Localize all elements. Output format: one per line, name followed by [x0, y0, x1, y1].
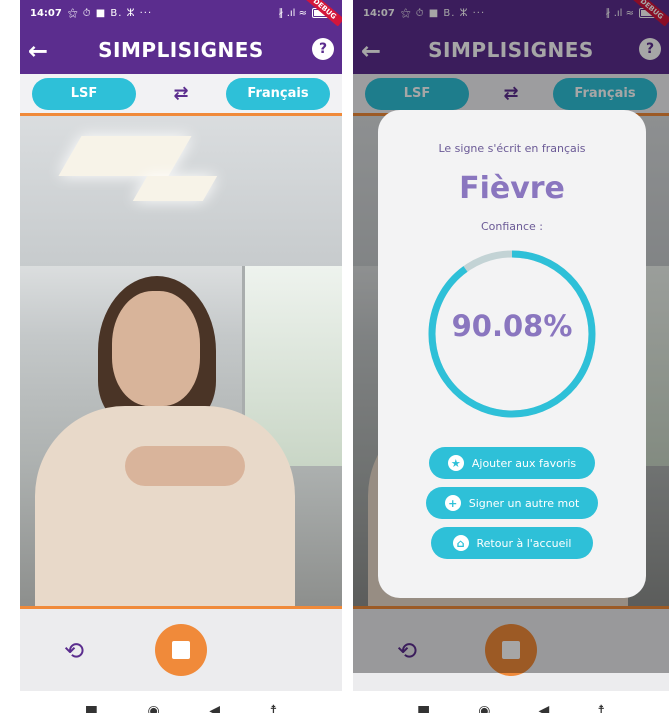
confidence-ring: 90.08%: [425, 247, 599, 421]
status-icons: ⚝ ⏱ ■ B. ⵣ ···: [67, 7, 153, 19]
accessibility-icon[interactable]: ☨: [597, 703, 605, 713]
return-home-label: Retour à l'accueil: [476, 536, 572, 550]
result-dialog: Le signe s'écrit en français Fièvre Conf…: [378, 110, 646, 598]
help-icon[interactable]: ?: [312, 38, 334, 60]
home-icon[interactable]: ◉: [148, 703, 160, 713]
result-screen: 14:07 ⚝ ⏱ ■ B. ⵣ ··· ∦ .ıl ≈ DEBUG ← SIM…: [353, 0, 669, 713]
house-icon: ⌂: [452, 535, 469, 551]
recognized-word: Fièvre: [459, 171, 565, 206]
app-logo: SIMPLISIGNES: [98, 38, 264, 62]
back-icon[interactable]: ◀: [209, 703, 220, 713]
sign-again-label: Signer un autre mot: [468, 496, 580, 510]
app-bar: ← SIMPLISIGNES ?: [20, 26, 342, 74]
camera-screen: 14:07 ⚝ ⏱ ■ B. ⵣ ··· ∦ .ıl ≈ DEBUG ← SIM…: [20, 0, 342, 713]
star-icon: ★: [447, 455, 464, 471]
add-favorite-label: Ajouter aux favoris: [471, 456, 577, 470]
person-body: [35, 406, 295, 606]
recents-icon[interactable]: ■: [417, 703, 430, 713]
confidence-label: Confiance :: [480, 220, 544, 233]
sign-again-button[interactable]: + Signer un autre mot: [426, 487, 598, 519]
status-time: 14:07: [30, 7, 62, 19]
stop-icon: [172, 641, 190, 659]
ceiling-light: [132, 176, 218, 201]
back-arrow-icon[interactable]: ←: [28, 37, 48, 65]
signal-icons: ∦ .ıl ≈: [278, 7, 307, 19]
result-caption: Le signe s'écrit en français: [438, 142, 586, 155]
add-favorite-button[interactable]: ★ Ajouter aux favoris: [429, 447, 595, 479]
system-nav-bar: ■ ◉ ◀ ☨: [353, 691, 669, 713]
system-nav-bar: ■ ◉ ◀ ☨: [20, 691, 342, 713]
person-face: [112, 291, 200, 406]
camera-preview: [20, 116, 342, 606]
target-language-button[interactable]: Français: [226, 77, 330, 110]
language-selector: LSF ⇄ Français: [20, 74, 342, 116]
stop-recording-button[interactable]: [155, 624, 207, 676]
home-icon[interactable]: ◉: [478, 703, 490, 713]
ceiling-light: [58, 136, 192, 176]
swap-languages-icon[interactable]: ⇄: [173, 83, 188, 104]
recents-icon[interactable]: ■: [85, 703, 98, 713]
camera-controls: ⟲: [20, 606, 342, 691]
confidence-value: 90.08%: [451, 309, 573, 343]
return-home-button[interactable]: ⌂ Retour à l'accueil: [431, 527, 593, 559]
switch-camera-icon[interactable]: ⟲: [64, 637, 84, 665]
back-icon[interactable]: ◀: [539, 703, 550, 713]
accessibility-icon[interactable]: ☨: [270, 703, 278, 713]
status-bar: 14:07 ⚝ ⏱ ■ B. ⵣ ··· ∦ .ıl ≈ DEBUG: [20, 0, 342, 27]
source-language-button[interactable]: LSF: [32, 77, 136, 110]
plus-icon: +: [444, 495, 461, 511]
person-arm: [125, 446, 245, 486]
